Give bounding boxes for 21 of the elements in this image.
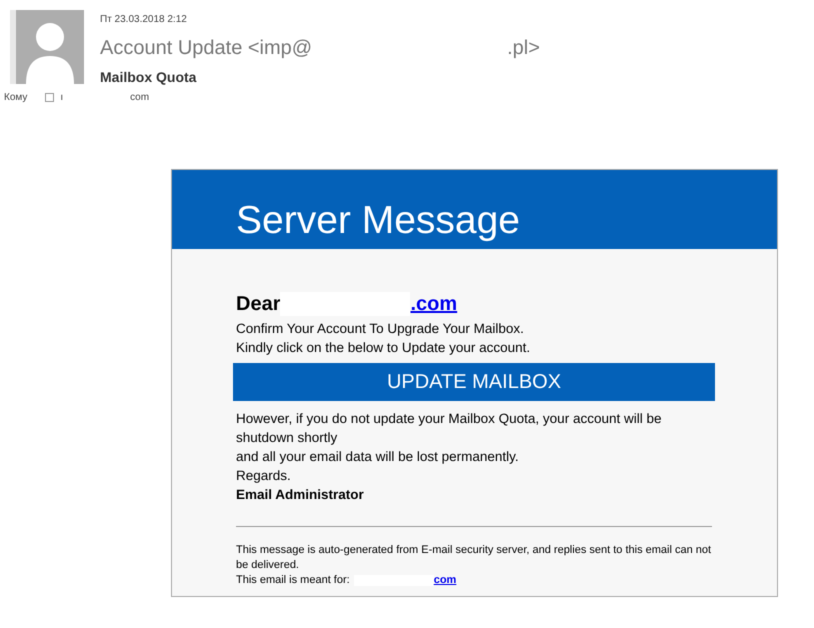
- to-label: Кому: [4, 91, 28, 105]
- sender-domain: .pl>: [507, 36, 540, 61]
- email-link[interactable]: .com: [410, 288, 458, 319]
- body-text: Kindly click on the below to Update your account.: [236, 338, 532, 357]
- banner-title: Server Message: [172, 170, 777, 249]
- email-subject: Mailbox Quota: [100, 68, 198, 87]
- email-link[interactable]: com: [434, 572, 456, 588]
- footer-text: This email is meant for:: [236, 572, 350, 588]
- body-text: Confirm Your Account To Upgrade Your Mailbox.: [236, 320, 525, 338]
- greeting: Dear: [236, 292, 280, 317]
- sent-date: Пт 23.03.2018 2:12: [100, 13, 188, 27]
- update-mailbox-button[interactable]: UPDATE MAILBOX: [233, 362, 715, 401]
- body-text: and all your email data will be lost permanently.: [236, 448, 520, 466]
- body-text: Regards.: [236, 466, 292, 485]
- avatar-icon: [10, 10, 84, 84]
- recipient-domain: com: [130, 91, 150, 105]
- footer-text: This message is auto-generated from E-mail security server, and replies sent to this email can not be delivered.: [236, 542, 712, 573]
- recipient-start: ı: [60, 91, 64, 105]
- checkbox-icon: [45, 93, 54, 102]
- signature: Email Administrator: [236, 486, 365, 504]
- sender-name: Account Update <imp@: [100, 36, 312, 61]
